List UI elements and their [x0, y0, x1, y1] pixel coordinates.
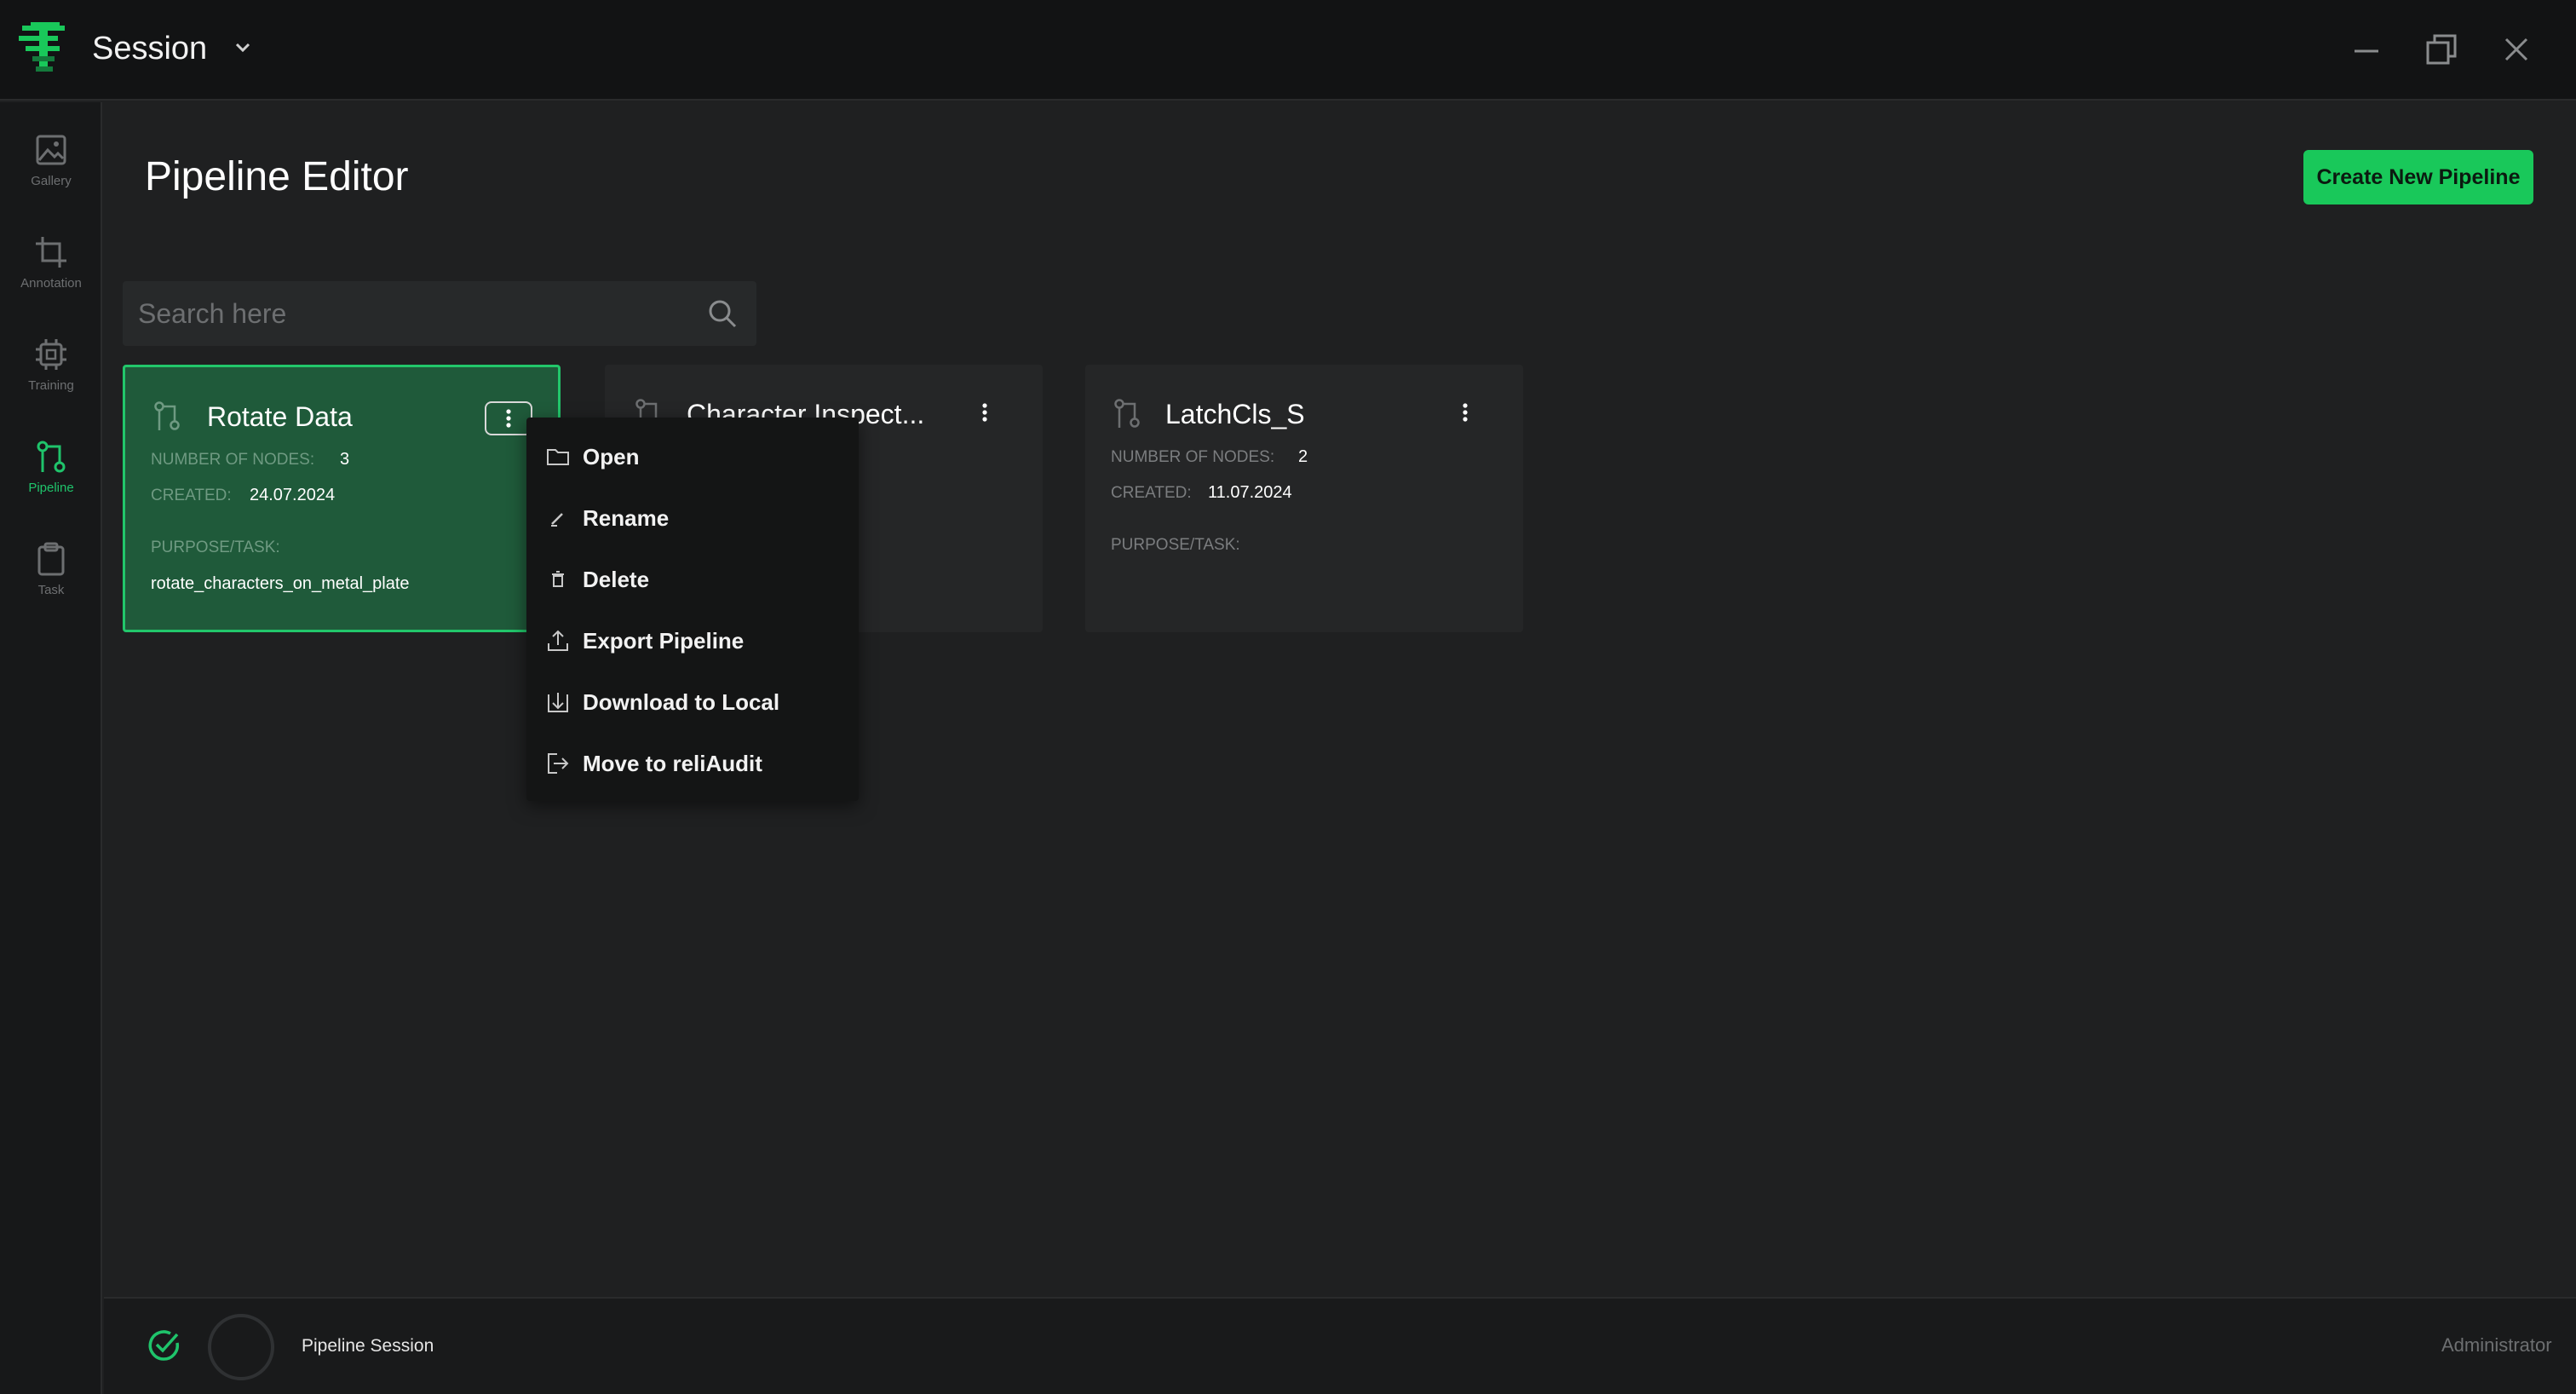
pipeline-icon [154, 401, 180, 430]
crop-icon [36, 237, 66, 268]
upload-icon [548, 630, 568, 651]
menu-label: Rename [583, 504, 670, 531]
card-more-button[interactable] [1441, 395, 1489, 429]
status-bar [104, 1297, 2576, 1394]
minimize-icon[interactable] [2346, 29, 2387, 70]
nav-label-gallery: Gallery [31, 174, 72, 188]
nodes-label: NUMBER OF NODES: [1111, 448, 1275, 466]
card-more-button[interactable] [961, 395, 1009, 429]
menu-item-open[interactable]: Open [526, 426, 859, 487]
menu-item-move-to-reliaudit[interactable]: Move to reliAudit [526, 733, 859, 794]
chevron-down-icon[interactable] [232, 39, 254, 56]
pipeline-card-rotate-data[interactable]: Rotate Data NUMBER OF NODES: 3 CREATED: … [123, 365, 561, 632]
title-bar: Session [0, 0, 2576, 101]
created-value: 11.07.2024 [1208, 483, 1292, 502]
move-out-icon [548, 753, 569, 774]
menu-label: Open [583, 443, 640, 469]
menu-item-export-pipeline[interactable]: Export Pipeline [526, 610, 859, 671]
purpose-label: PURPOSE/TASK: [151, 539, 280, 556]
search-input[interactable] [123, 281, 685, 346]
more-vertical-icon [1463, 403, 1468, 422]
trash-icon [552, 571, 564, 587]
nodes-value: 3 [340, 450, 350, 469]
nav-label-task: Task [37, 583, 65, 597]
nav-item-pipeline[interactable]: Pipeline [0, 429, 102, 523]
card-title: Rotate Data [207, 401, 353, 432]
menu-label: Download to Local [583, 688, 780, 715]
nav-item-training[interactable]: Training [0, 327, 102, 421]
nav-item-task[interactable]: Task [0, 532, 102, 625]
pipeline-card-latchcls-s[interactable]: LatchCls_S NUMBER OF NODES: 2 CREATED: 1… [1085, 365, 1523, 632]
session-label: Pipeline Session [302, 1336, 434, 1356]
restore-icon[interactable] [2421, 29, 2462, 70]
close-icon[interactable] [2496, 29, 2537, 70]
created-label: CREATED: [1111, 484, 1192, 502]
card-title: LatchCls_S [1165, 399, 1305, 429]
created-value: 24.07.2024 [250, 486, 336, 504]
created-label: CREATED: [151, 487, 232, 504]
app-logo-icon [19, 22, 65, 72]
menu-label: Delete [583, 566, 650, 592]
nav-item-gallery[interactable]: Gallery [0, 123, 102, 216]
chip-icon [36, 339, 66, 370]
image-icon [36, 135, 66, 165]
menu-item-delete[interactable]: Delete [526, 549, 859, 610]
menu-item-download-to-local[interactable]: Download to Local [526, 671, 859, 733]
session-progress-ring [208, 1314, 274, 1380]
purpose-value: rotate_characters_on_metal_plate [151, 574, 410, 593]
create-new-pipeline-button[interactable]: Create New Pipeline [2303, 150, 2533, 204]
menu-label: Export Pipeline [583, 627, 745, 654]
more-vertical-icon [982, 403, 987, 422]
nav-label-annotation: Annotation [20, 276, 82, 291]
page-title: Pipeline Editor [145, 154, 409, 199]
pencil-icon [551, 513, 563, 527]
side-navigation: Gallery Annotation Training Pipeline Tas… [0, 102, 102, 1394]
session-title[interactable]: Session [92, 31, 207, 67]
more-vertical-icon [506, 409, 511, 428]
nav-item-annotation[interactable]: Annotation [0, 225, 102, 319]
download-icon [548, 693, 568, 712]
menu-label: Move to reliAudit [583, 750, 762, 776]
purpose-label: PURPOSE/TASK: [1111, 536, 1240, 554]
nav-label-pipeline: Pipeline [28, 481, 74, 495]
nav-label-training: Training [28, 378, 74, 393]
clipboard-icon [37, 542, 65, 576]
card-context-menu: Open Rename Delete Export Pipeline Downl… [526, 418, 859, 801]
pipeline-icon [1114, 399, 1140, 428]
pipeline-icon [37, 441, 66, 473]
menu-item-rename[interactable]: Rename [526, 487, 859, 549]
check-circle-icon [148, 1330, 180, 1361]
nodes-label: NUMBER OF NODES: [151, 451, 315, 469]
card-more-button[interactable] [485, 401, 532, 435]
nodes-value: 2 [1298, 447, 1308, 466]
user-label[interactable]: Administrator [2441, 1334, 2552, 1357]
search-box [123, 281, 756, 346]
folder-icon [547, 449, 569, 465]
search-icon[interactable] [705, 297, 739, 331]
